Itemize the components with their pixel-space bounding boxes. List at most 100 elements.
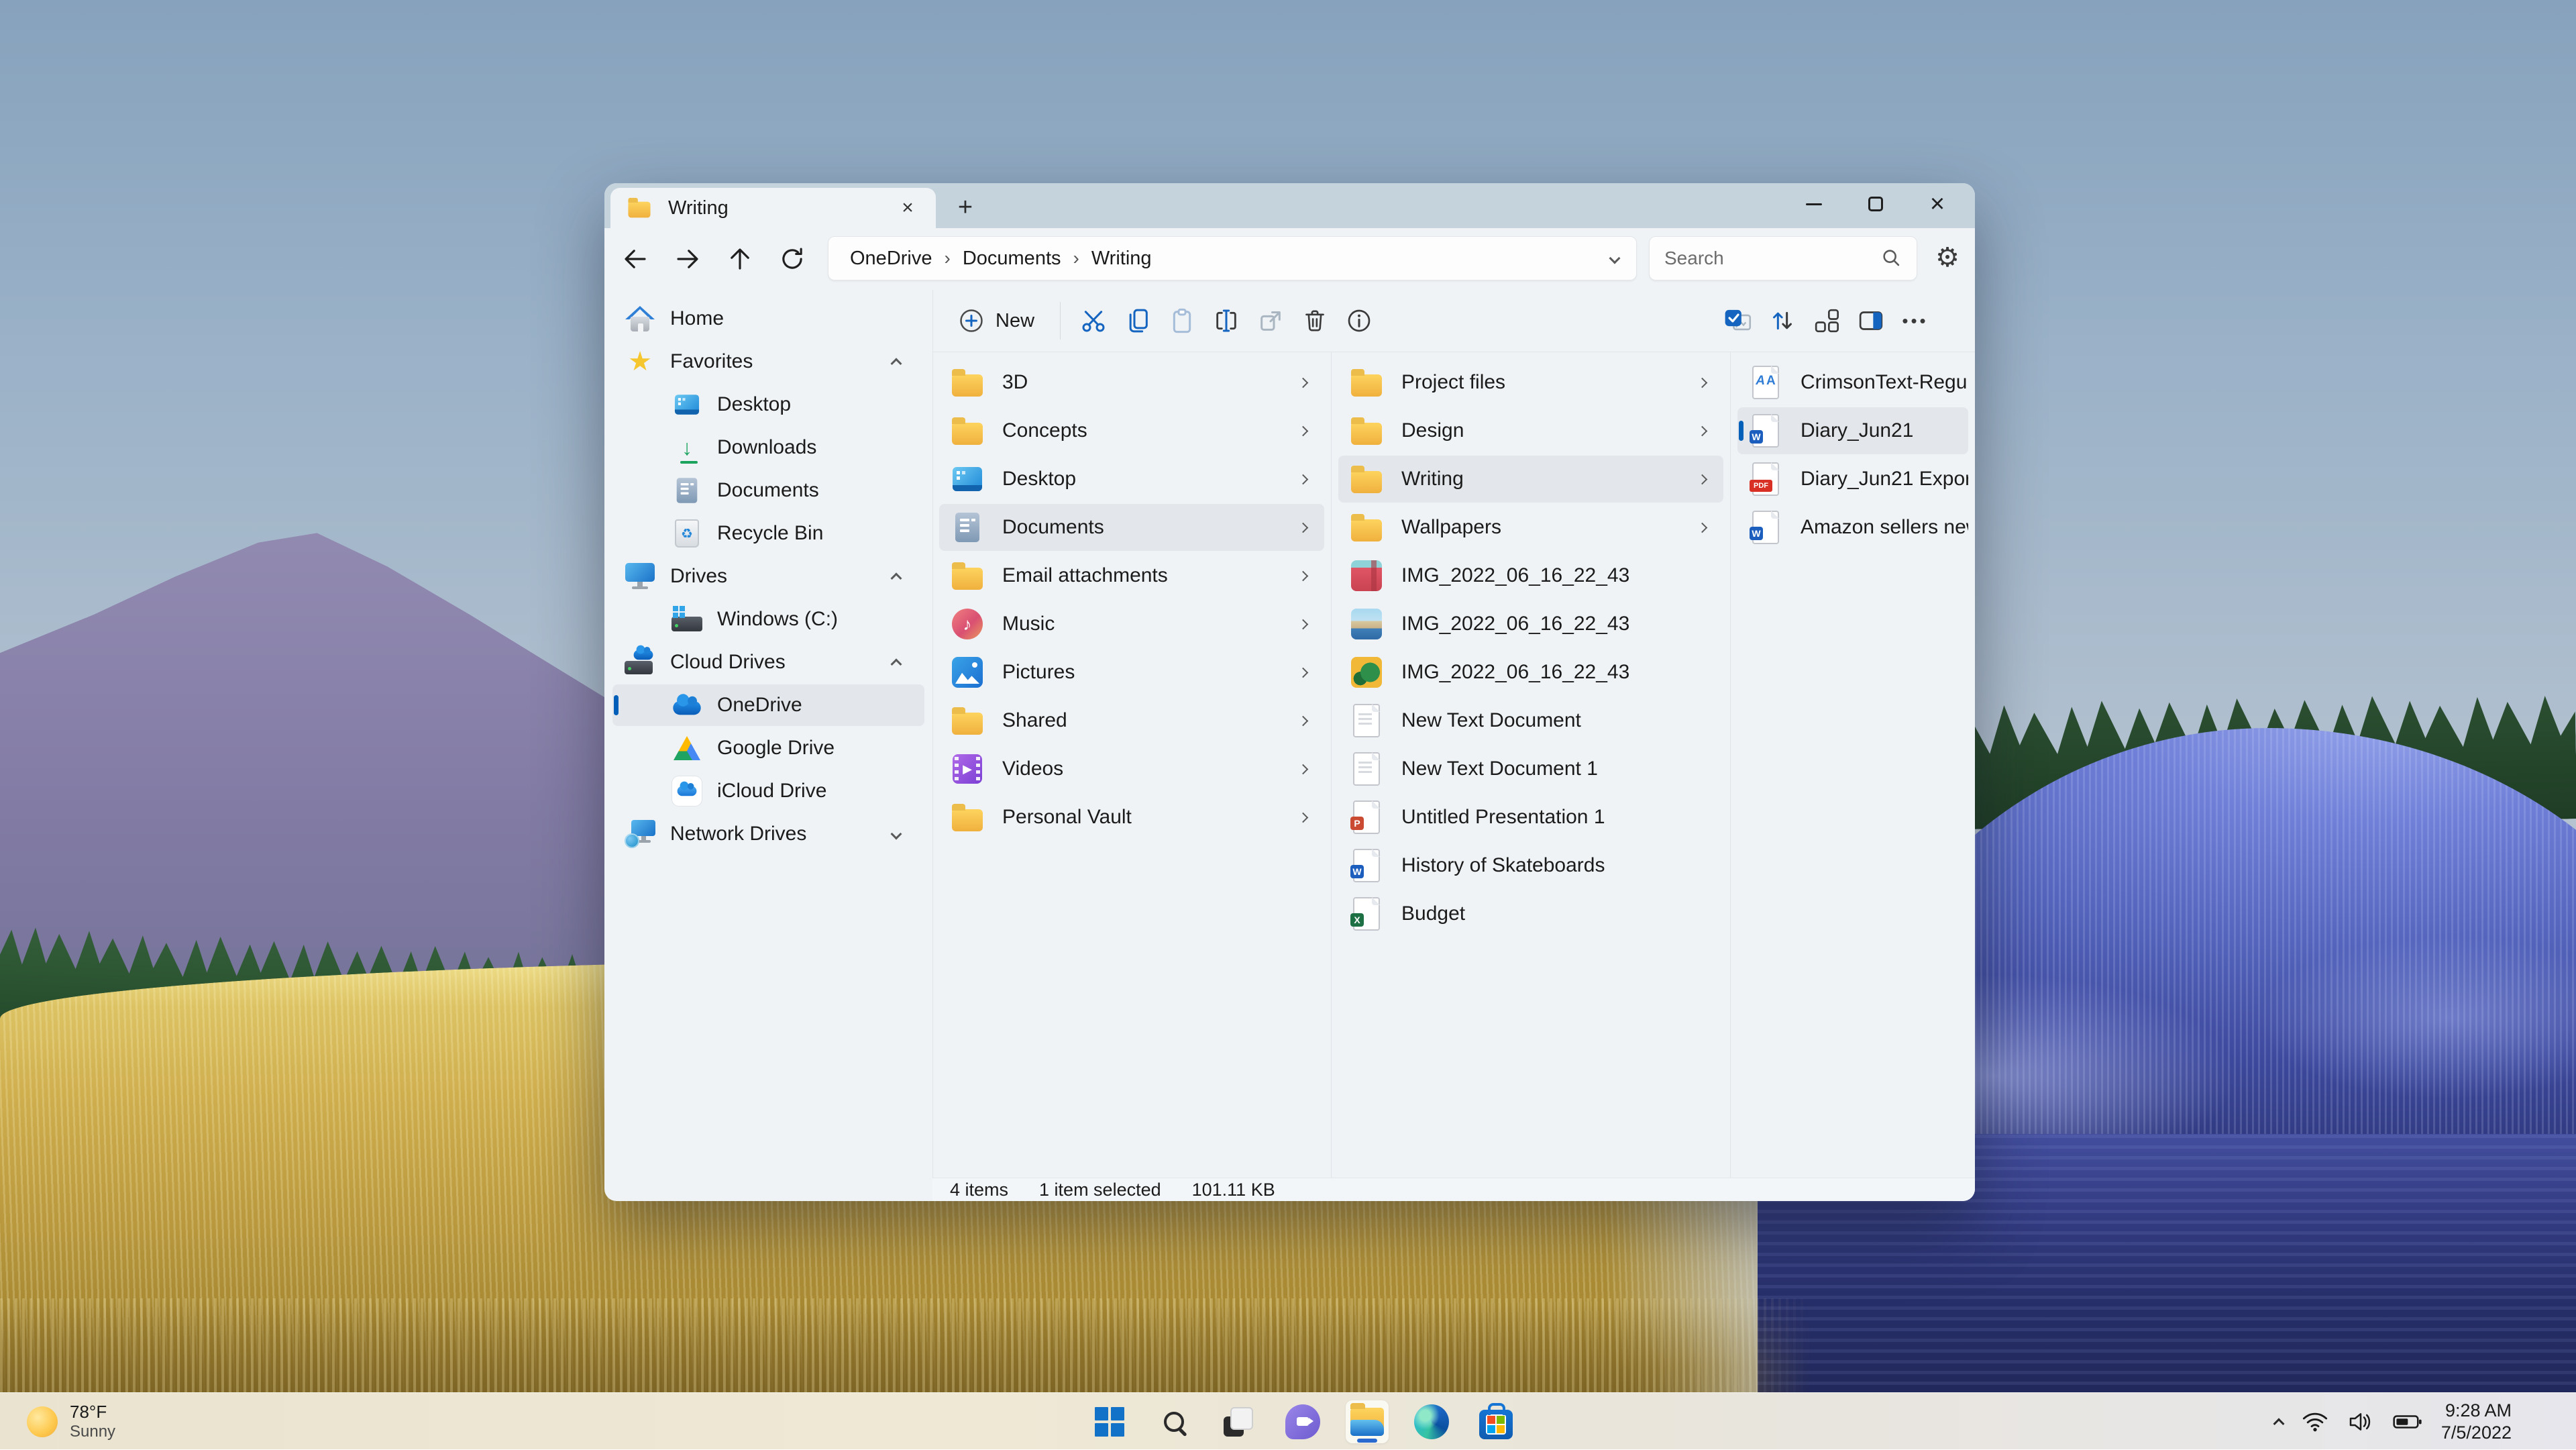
file-row-new-text-document[interactable]: New Text Document: [1338, 697, 1723, 744]
close-icon: ×: [1929, 190, 1945, 218]
file-row-new-text-document-1[interactable]: New Text Document 1: [1338, 745, 1723, 792]
photo-thumbnail-icon: [1348, 657, 1385, 688]
folder-icon: [949, 803, 986, 831]
plus-circle-icon: [960, 309, 983, 332]
view-controls: •••: [1716, 299, 1975, 342]
more-options-button[interactable]: •••: [1893, 299, 1937, 342]
file-row-design[interactable]: Design: [1338, 407, 1723, 454]
tab-title: Writing: [668, 197, 729, 219]
sidebar-item-downloads[interactable]: ↓ Downloads: [612, 427, 924, 468]
back-button[interactable]: [614, 238, 657, 280]
breadcrumb: OneDrive › Documents › Writing: [828, 236, 1637, 280]
task-view-button[interactable]: [1217, 1400, 1260, 1443]
file-row-untitled-presentation[interactable]: P Untitled Presentation 1: [1338, 794, 1723, 841]
file-row-wallpapers[interactable]: Wallpapers: [1338, 504, 1723, 551]
file-row-desktop[interactable]: Desktop: [939, 456, 1324, 503]
file-row-history-of-skateboards[interactable]: W History of Skateboards: [1338, 842, 1723, 889]
refresh-button[interactable]: [771, 238, 814, 280]
file-row-diary-jun21-exported[interactable]: PDF Diary_Jun21 Exported: [1737, 456, 1968, 503]
file-row-shared[interactable]: Shared: [939, 697, 1324, 744]
close-button[interactable]: ×: [1907, 183, 1968, 225]
file-row-img-2[interactable]: IMG_2022_06_16_22_43: [1338, 601, 1723, 648]
sidebar-section-favorites[interactable]: ★ Favorites: [612, 341, 924, 382]
tab-writing[interactable]: Writing ×: [610, 188, 936, 228]
file-row-videos[interactable]: ▶ Videos: [939, 745, 1324, 792]
select-checkbox-icon: [1725, 309, 1752, 331]
settings-button[interactable]: ⚙: [1927, 238, 1968, 278]
file-explorer-button[interactable]: [1346, 1400, 1389, 1443]
sidebar-section-cloud-drives[interactable]: Cloud Drives: [612, 641, 924, 683]
onedrive-icon: [672, 694, 702, 715]
sidebar-item-icloud-drive[interactable]: iCloud Drive: [612, 770, 924, 812]
battery-icon[interactable]: [2393, 1410, 2422, 1433]
properties-button[interactable]: [1337, 299, 1381, 342]
system-tray: 9:28 AM 7/5/2022: [2273, 1393, 2512, 1450]
breadcrumb-segment-documents[interactable]: Documents: [959, 245, 1065, 272]
file-row-diary-jun21[interactable]: W Diary_Jun21: [1737, 407, 1968, 454]
breadcrumb-segment-writing[interactable]: Writing: [1087, 245, 1156, 272]
cut-button[interactable]: [1071, 299, 1116, 342]
breadcrumb-segment-onedrive[interactable]: OneDrive: [846, 245, 936, 272]
minimize-icon: [1806, 203, 1822, 205]
file-row-amazon-sellers-newsletter[interactable]: W Amazon sellers newsletter: [1737, 504, 1968, 551]
file-row-img-3[interactable]: IMG_2022_06_16_22_43: [1338, 649, 1723, 696]
maximize-button[interactable]: [1845, 183, 1907, 225]
sort-button[interactable]: [1760, 299, 1805, 342]
file-row-documents[interactable]: Documents: [939, 504, 1324, 551]
forward-button[interactable]: [666, 238, 709, 280]
tab-bar: Writing × + ×: [604, 183, 1975, 228]
start-button[interactable]: [1088, 1400, 1131, 1443]
file-row-pictures[interactable]: Pictures: [939, 649, 1324, 696]
file-row-budget[interactable]: X Budget: [1338, 890, 1723, 937]
new-button[interactable]: New: [943, 299, 1049, 342]
sidebar-section-drives[interactable]: Drives: [612, 556, 924, 597]
new-tab-button[interactable]: +: [948, 191, 983, 223]
documents-icon: [949, 513, 986, 542]
file-row-project-files[interactable]: Project files: [1338, 359, 1723, 406]
file-row-personal-vault[interactable]: Personal Vault: [939, 794, 1324, 841]
group-button[interactable]: [1805, 299, 1849, 342]
share-button[interactable]: [1248, 299, 1293, 342]
preview-pane-button[interactable]: [1849, 299, 1893, 342]
sidebar-item-google-drive[interactable]: Google Drive: [612, 727, 924, 769]
address-dropdown-chevron-icon[interactable]: [1609, 252, 1621, 264]
file-row-3d[interactable]: 3D: [939, 359, 1324, 406]
word-file-icon: W: [1747, 511, 1784, 544]
rename-button[interactable]: [1204, 299, 1248, 342]
sidebar-section-network-drives[interactable]: Network Drives: [612, 813, 924, 855]
sidebar-item-home[interactable]: Home: [612, 298, 924, 340]
up-button[interactable]: [718, 238, 761, 280]
file-row-writing[interactable]: Writing: [1338, 456, 1723, 503]
taskbar-center-icons: [1088, 1393, 1517, 1450]
tab-close-icon[interactable]: ×: [893, 193, 922, 223]
copy-button[interactable]: [1116, 299, 1160, 342]
hidden-icons-chevron-icon[interactable]: [2273, 1417, 2285, 1429]
cut-icon: [1082, 311, 1105, 332]
delete-button[interactable]: [1293, 299, 1337, 342]
sidebar-item-windows-c[interactable]: Windows (C:): [612, 599, 924, 640]
file-row-img-1[interactable]: IMG_2022_06_16_22_43: [1338, 552, 1723, 599]
sidebar-item-documents[interactable]: Documents: [612, 470, 924, 511]
chat-button[interactable]: [1281, 1400, 1324, 1443]
minimize-button[interactable]: [1783, 183, 1845, 225]
file-row-music[interactable]: ♪ Music: [939, 601, 1324, 648]
edge-button[interactable]: [1410, 1400, 1453, 1443]
command-bar: New •••: [932, 290, 1975, 352]
store-button[interactable]: [1474, 1400, 1517, 1443]
back-icon: [625, 250, 646, 268]
file-row-concepts[interactable]: Concepts: [939, 407, 1324, 454]
taskbar-search-button[interactable]: [1152, 1400, 1195, 1443]
file-row-email-attachments[interactable]: Email attachments: [939, 552, 1324, 599]
taskbar-clock[interactable]: 9:28 AM 7/5/2022: [2441, 1400, 2512, 1444]
wifi-icon[interactable]: [2302, 1410, 2328, 1433]
file-row-crimsontext[interactable]: AA CrimsonText-Regular: [1737, 359, 1968, 406]
weather-widget[interactable]: 78°F Sunny: [17, 1393, 125, 1450]
sidebar-item-desktop[interactable]: Desktop: [612, 384, 924, 425]
sidebar-item-onedrive[interactable]: OneDrive: [612, 684, 924, 726]
select-button[interactable]: [1716, 299, 1760, 342]
search-input[interactable]: [1663, 247, 1880, 270]
sidebar-item-recycle-bin[interactable]: ♻ Recycle Bin: [612, 513, 924, 554]
paste-button[interactable]: [1160, 299, 1204, 342]
volume-icon[interactable]: [2347, 1410, 2374, 1433]
videos-icon: ▶: [949, 754, 986, 784]
